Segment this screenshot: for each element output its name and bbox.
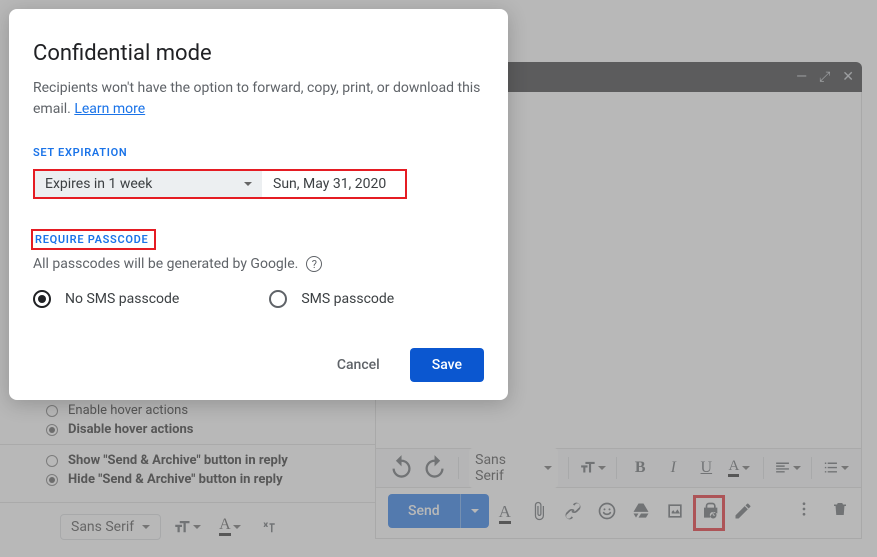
radio-label: No SMS passcode (65, 291, 179, 307)
text-format-toggle[interactable]: A (499, 502, 511, 521)
align-button[interactable] (774, 454, 801, 482)
send-label: Send (388, 494, 460, 528)
list-button[interactable] (822, 454, 849, 482)
expiration-select[interactable]: Expires in 1 week (35, 171, 263, 197)
setting-show-send-archive[interactable]: Show "Send & Archive" button in reply (46, 451, 375, 470)
more-vert-icon (795, 500, 813, 518)
text-color-button[interactable]: A (726, 454, 753, 482)
save-button[interactable]: Save (410, 348, 484, 382)
passcode-hint: All passcodes will be generated by Googl… (33, 256, 484, 272)
discard-button[interactable] (831, 500, 849, 522)
pen-icon (733, 501, 753, 521)
text-color-icon: A (219, 517, 231, 536)
fullscreen-icon[interactable]: ⤢ (819, 69, 830, 85)
send-more-button[interactable] (460, 494, 489, 528)
text-size-icon (173, 518, 191, 536)
signature-button[interactable] (733, 501, 753, 521)
attach-button[interactable] (529, 501, 549, 521)
trash-icon (831, 500, 849, 518)
chevron-down-icon (193, 525, 201, 529)
text-size-icon (579, 459, 596, 476)
setting-disable-hover[interactable]: Disable hover actions (46, 420, 375, 439)
close-icon[interactable]: ✕ (842, 69, 854, 85)
radio-sms[interactable]: SMS passcode (269, 290, 394, 308)
compose-font-select[interactable]: Sans Serif (469, 448, 558, 488)
redo-icon (421, 454, 448, 481)
cancel-button[interactable]: Cancel (327, 349, 390, 381)
chevron-down-icon (544, 466, 552, 470)
redo-button[interactable] (421, 454, 448, 482)
text-color-icon: A (728, 459, 739, 477)
chevron-down-icon (793, 466, 801, 470)
settings-clear-format[interactable] (253, 514, 283, 540)
help-icon[interactable]: ? (306, 256, 322, 272)
font-size-button[interactable] (579, 454, 606, 482)
underline-button[interactable]: U (693, 454, 720, 482)
chevron-down-icon (244, 182, 252, 186)
chevron-down-icon (142, 525, 150, 529)
list-icon (822, 459, 839, 476)
lock-clock-icon (699, 501, 719, 521)
dialog-description: Recipients won't have the option to forw… (33, 78, 484, 120)
image-button[interactable] (665, 501, 685, 521)
undo-icon (388, 454, 415, 481)
clear-format-icon (259, 518, 277, 536)
link-button[interactable] (563, 501, 583, 521)
align-icon (774, 459, 791, 476)
italic-button[interactable]: I (660, 454, 687, 482)
font-label: Sans Serif (71, 519, 134, 535)
require-passcode-label: REQUIRE PASSCODE (31, 229, 156, 250)
radio-label: SMS passcode (301, 291, 394, 307)
settings-text-color[interactable]: A (213, 513, 247, 540)
send-button[interactable]: Send (388, 494, 489, 528)
setting-hide-send-archive[interactable]: Hide "Send & Archive" button in reply (46, 470, 375, 489)
confidential-mode-button[interactable] (699, 501, 719, 521)
radio-no-sms[interactable]: No SMS passcode (33, 290, 179, 308)
bold-button[interactable]: B (627, 454, 654, 482)
minimize-icon[interactable]: — (796, 69, 807, 85)
text-format-icon: A (499, 502, 511, 524)
expiration-row-highlight: Expires in 1 week Sun, May 31, 2020 (33, 169, 407, 199)
more-options-button[interactable] (795, 500, 813, 522)
font-label: Sans Serif (475, 452, 536, 484)
radio-icon (269, 290, 287, 308)
expiration-value: Expires in 1 week (45, 176, 152, 192)
link-icon (563, 501, 583, 521)
chevron-down-icon (233, 525, 241, 529)
radio-icon (33, 290, 51, 308)
drive-icon (631, 501, 651, 521)
setting-label: Enable hover actions (68, 403, 188, 418)
chevron-down-icon (598, 466, 606, 470)
emoji-button[interactable] (597, 501, 617, 521)
settings-font-size[interactable] (167, 514, 207, 540)
chevron-down-icon (841, 466, 849, 470)
paperclip-icon (529, 501, 549, 521)
format-toolbar: Sans Serif B I U A (376, 448, 861, 488)
chevron-down-icon (742, 466, 750, 470)
setting-label: Hide "Send & Archive" button in reply (68, 472, 283, 487)
expiration-date: Sun, May 31, 2020 (263, 171, 405, 197)
setting-label: Disable hover actions (68, 422, 193, 437)
emoji-icon (597, 501, 617, 521)
setting-enable-hover[interactable]: Enable hover actions (46, 401, 375, 420)
settings-font-select[interactable]: Sans Serif (60, 514, 161, 540)
chevron-down-icon (471, 509, 479, 513)
setting-label: Show "Send & Archive" button in reply (68, 453, 288, 468)
learn-more-link[interactable]: Learn more (74, 101, 145, 117)
undo-button[interactable] (388, 454, 415, 482)
dialog-title: Confidential mode (33, 41, 484, 66)
drive-button[interactable] (631, 501, 651, 521)
set-expiration-label: SET EXPIRATION (33, 146, 484, 159)
image-icon (665, 501, 685, 521)
confidential-mode-dialog: Confidential mode Recipients won't have … (9, 9, 508, 400)
